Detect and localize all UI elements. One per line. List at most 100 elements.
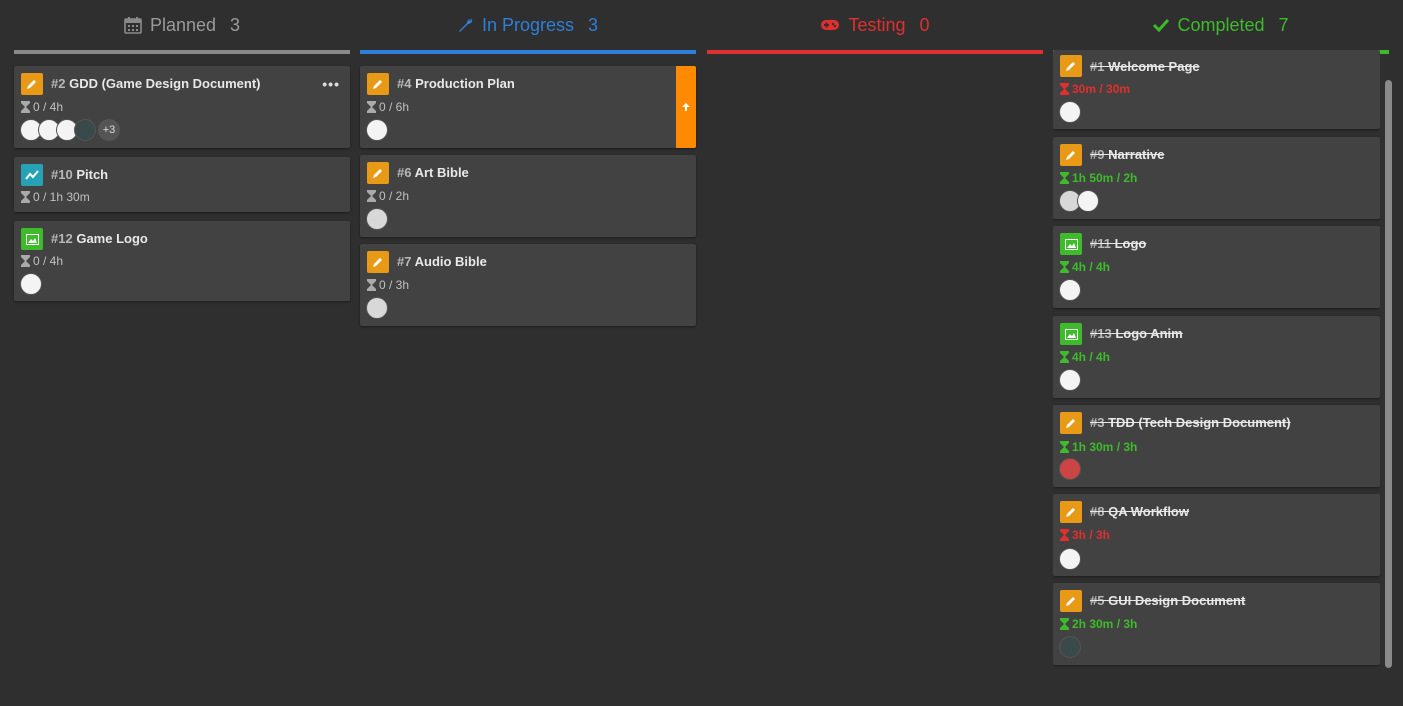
avatar[interactable] (1059, 548, 1081, 570)
hourglass-icon (1060, 351, 1069, 363)
task-card[interactable]: #9 Narrative 1h 50m / 2h (1053, 137, 1380, 219)
column-title: Completed (1177, 14, 1265, 35)
time-text: 0 / 1h 30m (33, 190, 90, 204)
card-title-text: Logo Anim (1115, 326, 1183, 341)
assignees (1059, 458, 1081, 480)
card-number: #6 (397, 165, 412, 180)
card-number: #3 (1090, 415, 1105, 430)
card-title-text: Welcome Page (1108, 59, 1200, 74)
task-card[interactable]: #8 QA Workflow 3h / 3h (1053, 494, 1380, 576)
column-header-planned[interactable]: Planned 3 (14, 0, 350, 50)
column-count: 3 (588, 14, 599, 35)
task-card[interactable]: #10 Pitch 0 / 1h 30m (14, 157, 350, 212)
image-icon (1060, 323, 1082, 345)
card-title: #8 QA Workflow (1090, 504, 1189, 519)
wrench-icon (458, 18, 473, 32)
task-card[interactable]: #2 GDD (Game Design Document) ••• 0 / 4h… (14, 66, 350, 148)
avatar[interactable] (1059, 101, 1081, 123)
pencil-icon (1060, 501, 1082, 523)
column-header-completed[interactable]: Completed 7 (1053, 0, 1389, 50)
card-title: #1 Welcome Page (1090, 59, 1200, 74)
assignees (1059, 548, 1081, 570)
task-card[interactable]: #6 Art Bible 0 / 2h (360, 155, 696, 237)
card-title-text: Audio Bible (414, 254, 487, 269)
hourglass-icon (1060, 441, 1069, 453)
task-card[interactable]: #3 TDD (Tech Design Document) 1h 30m / 3… (1053, 405, 1380, 487)
time-text: 2h 30m / 3h (1072, 617, 1138, 631)
assignees (1059, 636, 1081, 658)
card-number: #10 (51, 167, 73, 182)
more-assignees-badge[interactable]: +3 (98, 119, 120, 141)
card-time: 1h 50m / 2h (1060, 171, 1137, 185)
avatar[interactable] (366, 297, 388, 319)
column-bar (360, 50, 696, 54)
avatar[interactable] (1059, 279, 1081, 301)
scrollbar[interactable] (1385, 80, 1392, 668)
task-card[interactable]: #1 Welcome Page 30m / 30m (1053, 50, 1380, 129)
card-number: #1 (1090, 59, 1105, 74)
card-title: #2 GDD (Game Design Document) (51, 76, 261, 91)
card-number: #7 (397, 254, 412, 269)
column-count: 7 (1278, 14, 1289, 35)
assignees (1059, 369, 1081, 391)
more-options-icon[interactable]: ••• (322, 76, 340, 92)
task-card[interactable]: #12 Game Logo 0 / 4h (14, 221, 350, 301)
card-title: #7 Audio Bible (397, 254, 487, 269)
avatar[interactable] (1077, 190, 1099, 212)
hourglass-icon (1060, 172, 1069, 184)
column-completed: Completed 7 #1 Welcome Page 30m / 30m #9… (1053, 0, 1389, 665)
task-card[interactable]: #5 GUI Design Document 2h 30m / 3h (1053, 583, 1380, 665)
card-number: #11 (1090, 236, 1111, 251)
hourglass-icon (1060, 618, 1069, 630)
card-title: #3 TDD (Tech Design Document) (1090, 415, 1291, 430)
card-number: #12 (51, 231, 73, 246)
column-header-in-progress[interactable]: In Progress 3 (360, 0, 696, 50)
card-title: #4 Production Plan (397, 76, 515, 91)
avatar[interactable] (20, 273, 42, 295)
hourglass-icon (21, 191, 30, 203)
column-planned: Planned 3 #2 GDD (Game Design Document) … (14, 0, 350, 301)
card-title-text: QA Workflow (1108, 504, 1189, 519)
assignees (1059, 279, 1081, 301)
card-title-text: Production Plan (415, 76, 515, 91)
priority-flag[interactable] (676, 66, 696, 148)
task-card[interactable]: #13 Logo Anim 4h / 4h (1053, 316, 1380, 398)
card-title-text: TDD (Tech Design Document) (1108, 415, 1291, 430)
avatar[interactable] (366, 119, 388, 141)
avatar[interactable] (1059, 458, 1081, 480)
pencil-icon (1060, 55, 1082, 77)
pencil-icon (1060, 412, 1082, 434)
card-title-text: GDD (Game Design Document) (69, 76, 261, 91)
card-time: 0 / 4h (21, 100, 63, 114)
card-number: #8 (1090, 504, 1105, 519)
task-card[interactable]: #7 Audio Bible 0 / 3h (360, 244, 696, 326)
card-title-text: Art Bible (414, 165, 469, 180)
time-text: 4h / 4h (1072, 260, 1111, 274)
card-title: #10 Pitch (51, 167, 108, 182)
task-card[interactable]: #11 Logo 4h / 4h (1053, 226, 1380, 308)
card-time: 4h / 4h (1060, 350, 1110, 364)
pencil-icon (367, 162, 389, 184)
card-time: 3h / 3h (1060, 528, 1110, 542)
time-text: 0 / 4h (33, 100, 64, 114)
pencil-icon (1060, 144, 1082, 166)
avatar[interactable] (366, 208, 388, 230)
avatar[interactable] (74, 119, 96, 141)
task-card[interactable]: #4 Production Plan 0 / 6h (360, 66, 696, 148)
column-bar (14, 50, 350, 54)
assignees: +3 (20, 119, 120, 141)
time-text: 1h 30m / 3h (1072, 440, 1138, 454)
avatar[interactable] (1059, 369, 1081, 391)
column-header-testing[interactable]: Testing 0 (707, 0, 1043, 50)
hourglass-icon (21, 255, 30, 267)
time-text: 0 / 3h (379, 278, 410, 292)
card-title-text: Game Logo (76, 231, 148, 246)
card-time: 0 / 3h (367, 278, 409, 292)
card-number: #13 (1090, 326, 1112, 341)
assignees (366, 297, 388, 319)
avatar[interactable] (1059, 636, 1081, 658)
card-title: #11 Logo (1090, 236, 1146, 251)
pencil-icon (367, 251, 389, 273)
card-number: #4 (397, 76, 412, 91)
hourglass-icon (367, 190, 376, 202)
